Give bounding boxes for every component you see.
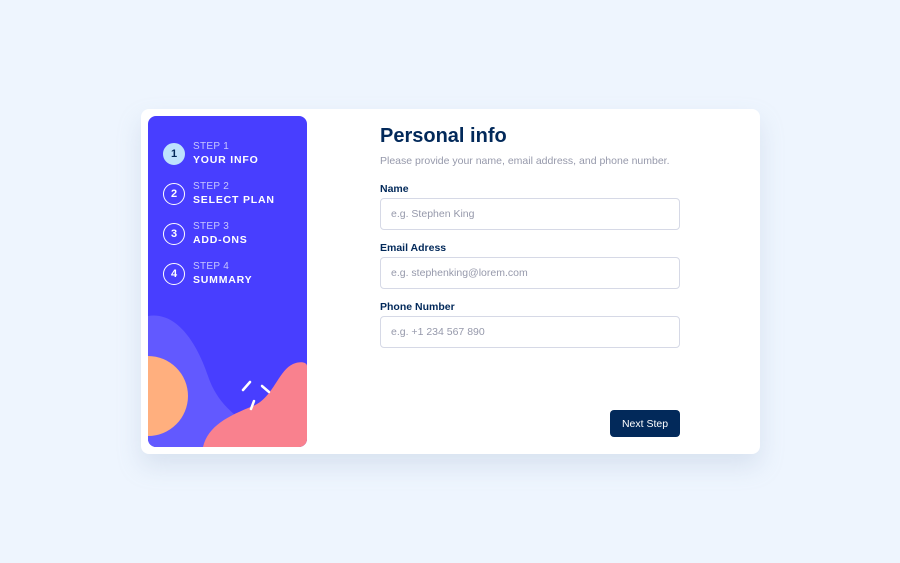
email-field[interactable] bbox=[380, 257, 680, 289]
step-title: ADD-ONS bbox=[193, 234, 248, 246]
form-card: 1 STEP 1 YOUR INFO 2 STEP 2 SELECT PLAN … bbox=[141, 109, 760, 454]
step-number: 1 bbox=[163, 143, 185, 165]
step-title: YOUR INFO bbox=[193, 154, 259, 166]
phone-field[interactable] bbox=[380, 316, 680, 348]
step-label: STEP 2 bbox=[193, 181, 230, 192]
form-main: Personal info Please provide your name, … bbox=[380, 109, 680, 454]
step-label: STEP 3 bbox=[193, 221, 230, 232]
step-label: STEP 4 bbox=[193, 261, 230, 272]
step-title: SUMMARY bbox=[193, 274, 253, 286]
step-list: 1 STEP 1 YOUR INFO 2 STEP 2 SELECT PLAN … bbox=[163, 134, 275, 294]
next-step-button[interactable]: Next Step bbox=[610, 410, 680, 437]
step-item-1[interactable]: 1 STEP 1 YOUR INFO bbox=[163, 134, 275, 174]
step-item-3[interactable]: 3 STEP 3 ADD-ONS bbox=[163, 214, 275, 254]
step-title: SELECT PLAN bbox=[193, 194, 275, 206]
page-subtitle: Please provide your name, email address,… bbox=[380, 155, 670, 167]
step-number: 2 bbox=[163, 183, 185, 205]
name-label: Name bbox=[380, 183, 409, 195]
steps-sidebar: 1 STEP 1 YOUR INFO 2 STEP 2 SELECT PLAN … bbox=[148, 116, 307, 447]
page-title: Personal info bbox=[380, 125, 507, 147]
step-number: 4 bbox=[163, 263, 185, 285]
step-number: 3 bbox=[163, 223, 185, 245]
step-item-4[interactable]: 4 STEP 4 SUMMARY bbox=[163, 254, 275, 294]
name-field[interactable] bbox=[380, 198, 680, 230]
step-item-2[interactable]: 2 STEP 2 SELECT PLAN bbox=[163, 174, 275, 214]
step-label: STEP 1 bbox=[193, 141, 230, 152]
email-label: Email Adress bbox=[380, 242, 447, 254]
phone-label: Phone Number bbox=[380, 301, 455, 313]
